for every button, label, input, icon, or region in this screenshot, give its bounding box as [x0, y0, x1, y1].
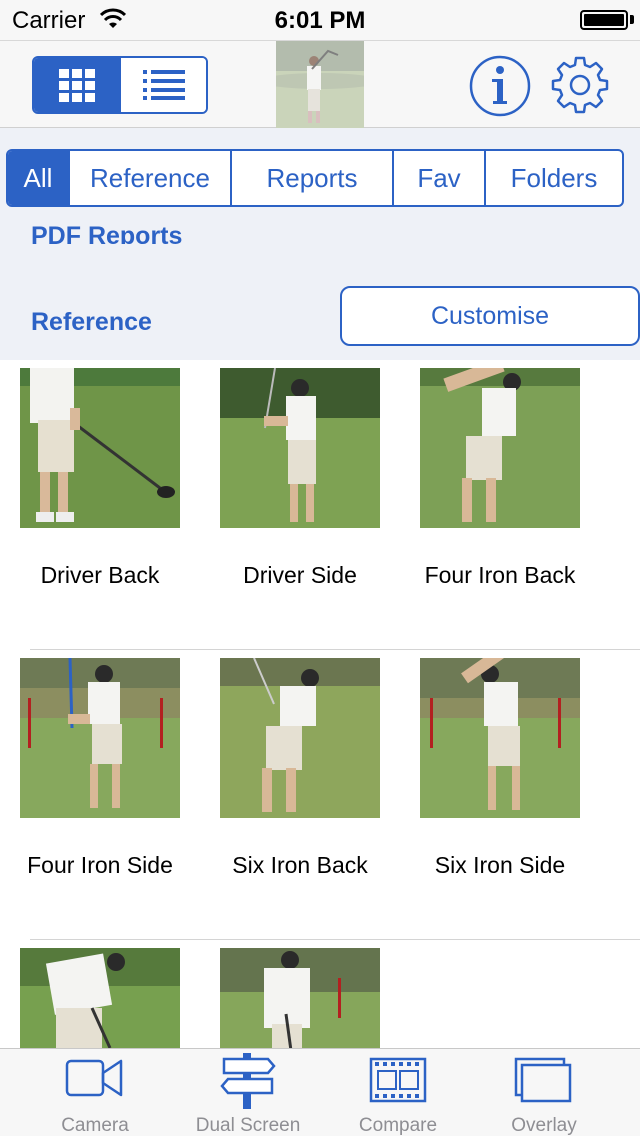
list-view-button[interactable]	[119, 58, 206, 112]
segment-all[interactable]: All	[8, 151, 68, 205]
tab-camera[interactable]: Camera	[15, 1049, 175, 1136]
tab-bar: Camera Dual Screen Compare Overlay	[0, 1048, 640, 1136]
video-thumbnail[interactable]	[20, 368, 180, 528]
video-thumbnail[interactable]	[420, 368, 580, 528]
gear-icon	[551, 56, 609, 114]
view-mode-toggle	[32, 56, 208, 114]
segment-folders[interactable]: Folders	[484, 151, 622, 205]
video-label: Six Iron Back	[232, 852, 368, 878]
battery-icon	[580, 10, 628, 30]
segment-fav[interactable]: Fav	[392, 151, 484, 205]
video-thumbnail[interactable]	[420, 658, 580, 818]
video-grid: Driver Back Driver Side Four Iron Back F…	[0, 360, 640, 1048]
segment-reports[interactable]: Reports	[230, 151, 392, 205]
pdf-reports-heading: PDF Reports	[31, 222, 183, 244]
info-icon	[469, 55, 531, 117]
video-thumbnail[interactable]	[220, 658, 380, 818]
row-divider	[30, 939, 640, 940]
clock: 6:01 PM	[274, 7, 366, 34]
video-camera-icon	[15, 1057, 175, 1099]
tab-label: Compare	[358, 1115, 438, 1136]
status-bar: Carrier 6:01 PM	[0, 0, 640, 40]
customise-button[interactable]: Customise	[340, 286, 640, 346]
battery-tip	[630, 15, 634, 24]
settings-button[interactable]	[550, 55, 610, 120]
video-label: Four Iron Side	[27, 852, 173, 878]
video-thumbnail[interactable]	[220, 948, 380, 1048]
filter-segmented-control: All Reference Reports Fav Folders	[6, 149, 624, 207]
current-video-thumbnail[interactable]	[276, 41, 364, 128]
tab-label: Dual Screen	[195, 1115, 301, 1136]
overlay-icon	[464, 1057, 624, 1105]
filter-area: All Reference Reports Fav Folders PDF Re…	[0, 128, 640, 360]
list-icon	[142, 70, 185, 100]
video-thumbnail[interactable]	[220, 368, 380, 528]
video-label: Driver Side	[243, 562, 357, 588]
video-label: Six Iron Side	[434, 852, 566, 878]
tab-label: Camera	[61, 1115, 129, 1136]
tab-overlay[interactable]: Overlay	[464, 1049, 624, 1136]
signpost-icon	[168, 1053, 328, 1109]
video-label: Driver Back	[40, 562, 160, 588]
segment-reference[interactable]: Reference	[68, 151, 230, 205]
row-divider	[30, 649, 640, 650]
grid-view-button[interactable]	[34, 58, 119, 112]
video-thumbnail[interactable]	[20, 948, 180, 1048]
filmstrip-icon	[318, 1057, 478, 1103]
grid-icon	[58, 69, 95, 102]
tab-dual-screen[interactable]: Dual Screen	[168, 1049, 328, 1136]
video-thumbnail[interactable]	[20, 658, 180, 818]
tab-label: Overlay	[511, 1115, 577, 1136]
video-label: Four Iron Back	[424, 562, 576, 588]
toolbar	[0, 40, 640, 128]
info-button[interactable]	[469, 55, 531, 122]
tab-compare[interactable]: Compare	[318, 1049, 478, 1136]
reference-heading: Reference	[31, 308, 152, 336]
